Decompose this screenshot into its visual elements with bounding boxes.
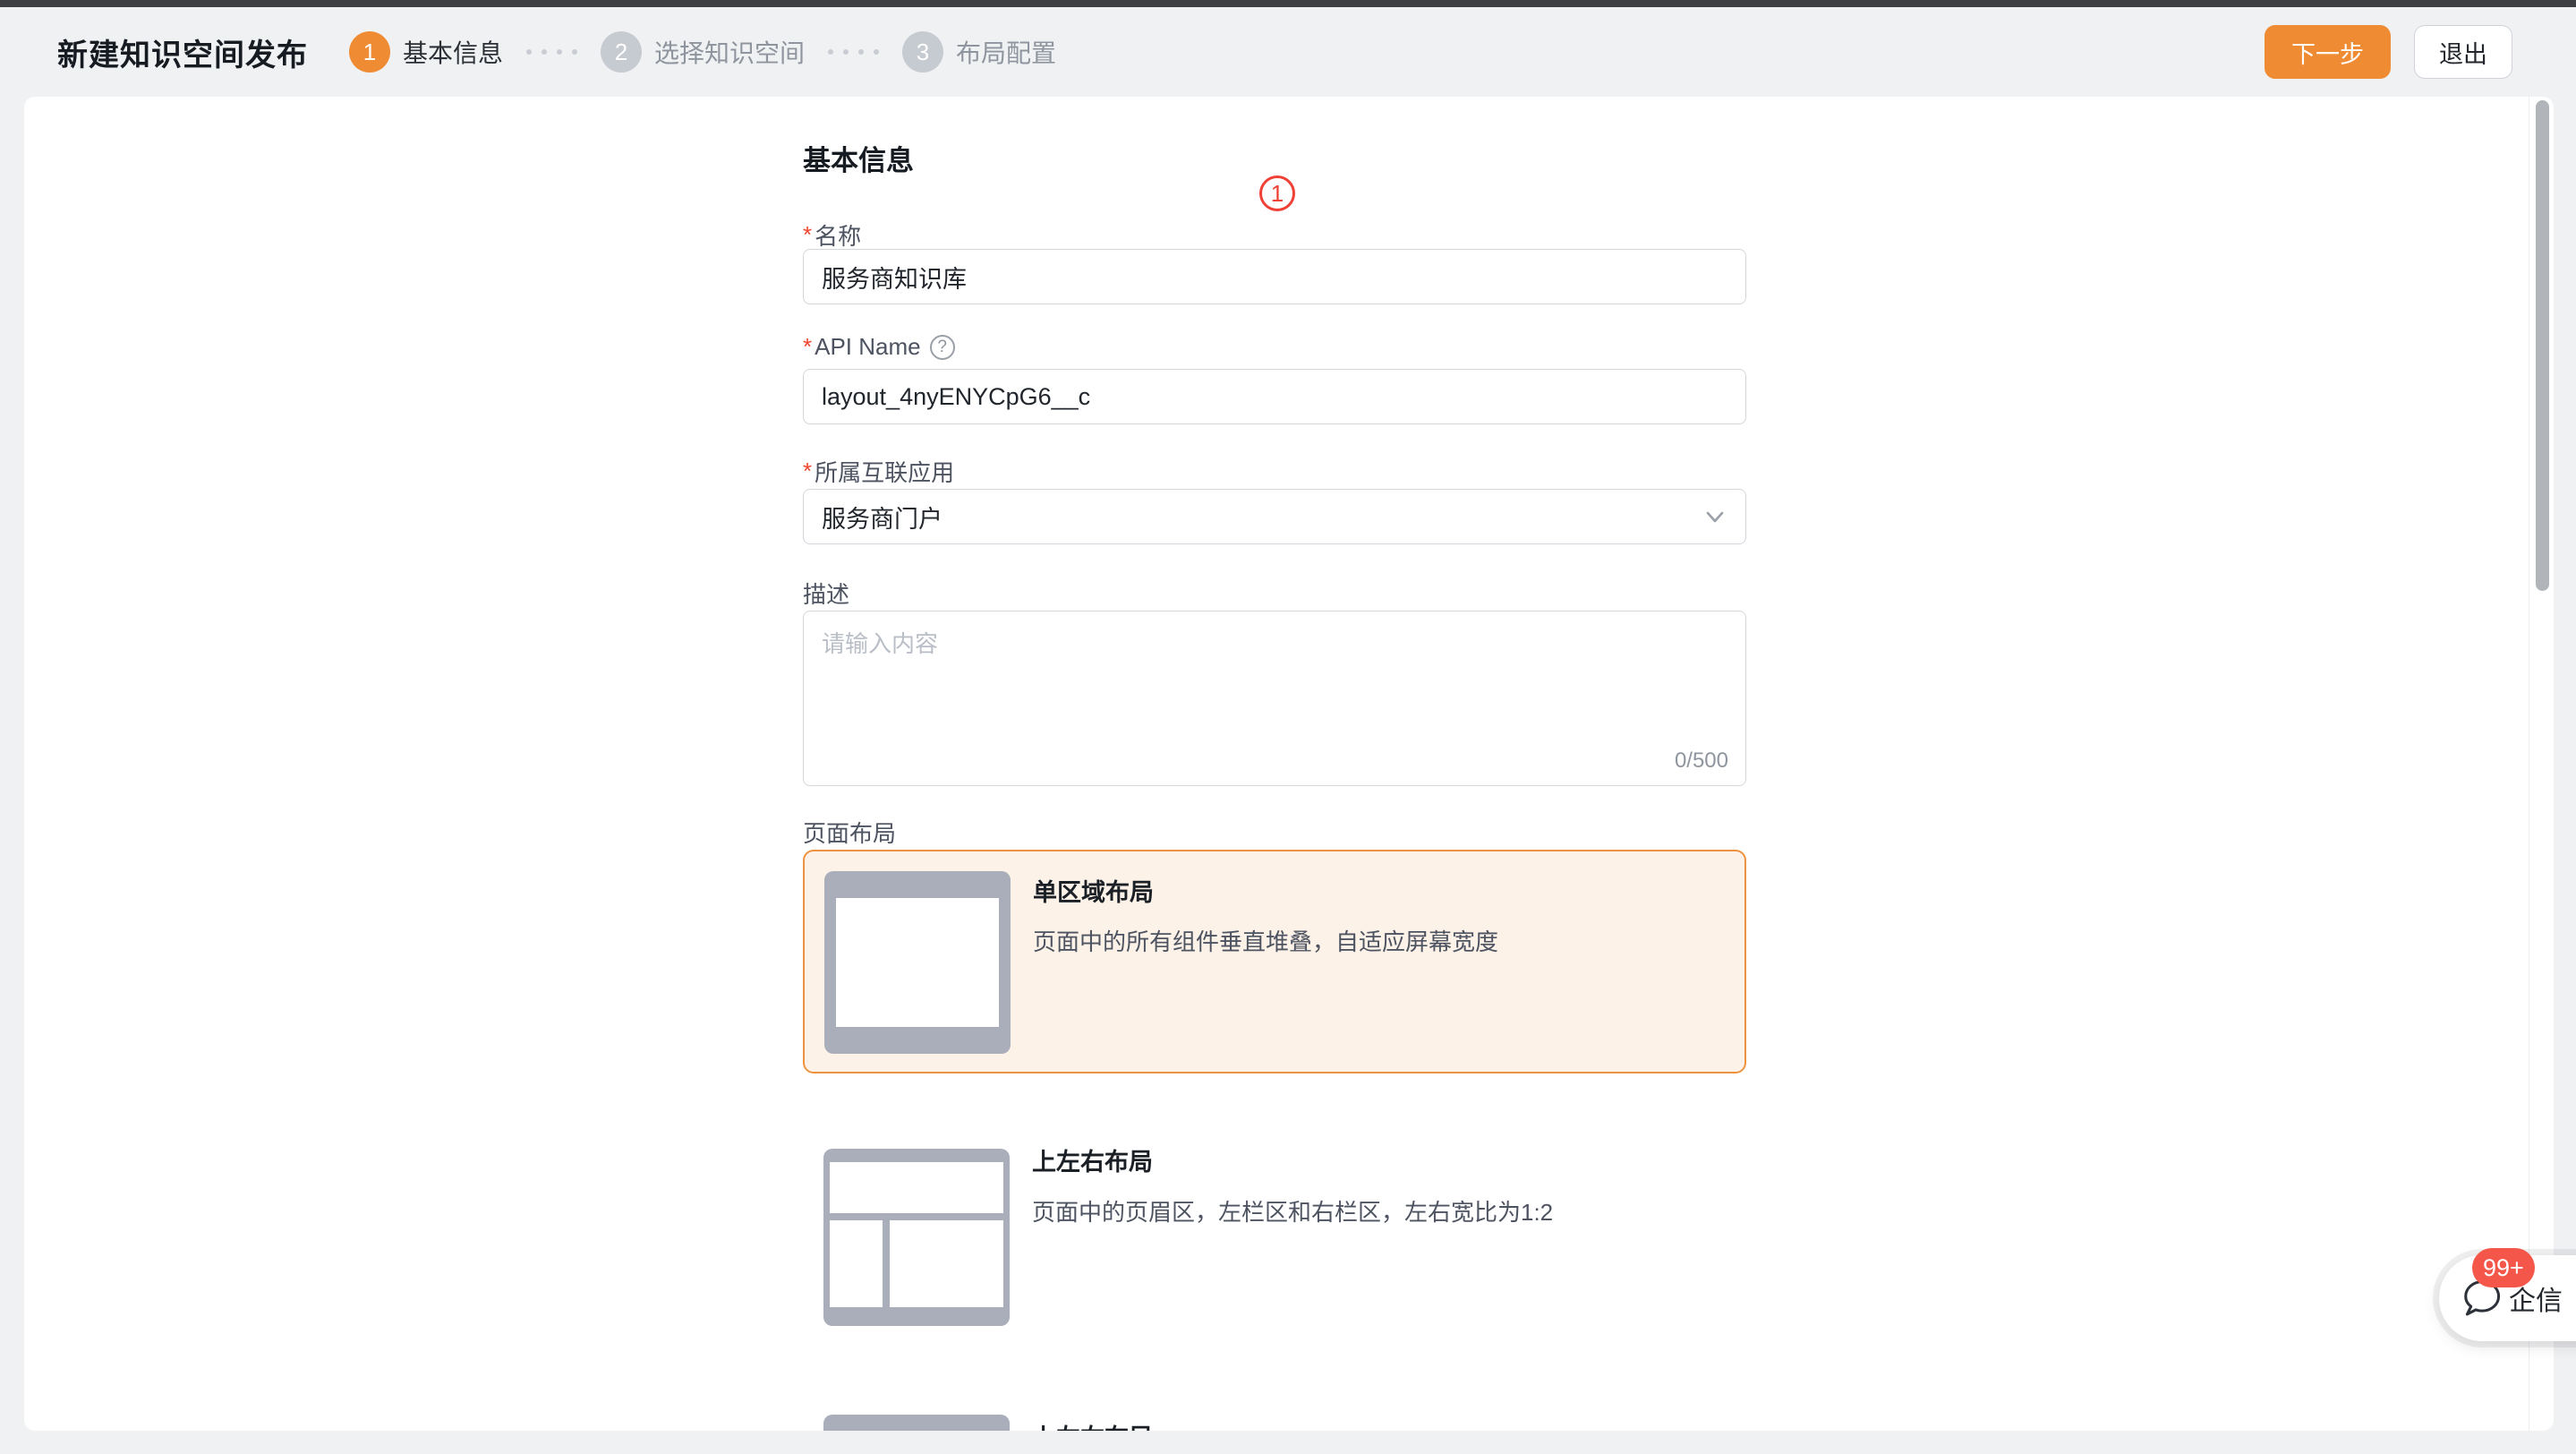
layout-option-title: 上左右布局 <box>1032 1142 1153 1177</box>
exit-button[interactable]: 退出 <box>2414 25 2512 79</box>
api-name-label-text: API Name <box>815 333 921 361</box>
app-select-value: 服务商门户 <box>822 500 943 535</box>
header-left-right-thumbnail-icon <box>823 1149 1010 1326</box>
app-label: * 所属互联应用 <box>803 455 954 488</box>
api-name-input[interactable] <box>803 369 1746 424</box>
layout-option-title: 上左右布局 <box>1032 1418 1153 1431</box>
page-layout-label-text: 页面布局 <box>803 816 896 849</box>
header-actions: 下一步 退出 <box>2265 25 2512 79</box>
annotation-circle-1: 1 <box>1259 175 1295 211</box>
name-label-text: 名称 <box>815 218 861 252</box>
step-indicator: 1 基本信息 2 选择知识空间 3 布局配置 <box>349 31 1056 73</box>
app-select[interactable]: 服务商门户 <box>803 489 1746 544</box>
help-icon[interactable]: ? <box>930 335 955 360</box>
single-layout-thumbnail-icon <box>824 871 1011 1054</box>
next-step-button[interactable]: 下一步 <box>2265 25 2391 79</box>
name-label: * 名称 <box>803 218 861 252</box>
step-separator-dots <box>526 49 577 55</box>
app-label-text: 所属互联应用 <box>815 455 954 488</box>
step-2-label: 选择知识空间 <box>654 34 805 70</box>
page-header: 新建知识空间发布 1 基本信息 2 选择知识空间 3 布局配置 下一步 退出 <box>0 7 2576 97</box>
step-2-circle: 2 <box>601 31 642 73</box>
content-card: 基本信息 1 * 名称 * API Name ? * 所属互联应用 服务商门户 <box>24 97 2554 1431</box>
unread-count-badge: 99+ <box>2472 1248 2535 1287</box>
step-3-layout-config[interactable]: 3 布局配置 <box>902 31 1056 73</box>
step-1-label: 基本信息 <box>403 34 503 70</box>
required-asterisk: * <box>803 458 812 485</box>
top-strip <box>0 0 2576 7</box>
scrollbar-thumb[interactable] <box>2536 100 2549 591</box>
required-asterisk: * <box>803 333 812 361</box>
description-textarea[interactable] <box>803 611 1746 786</box>
layout-option-single-selected[interactable]: 单区域布局 页面中的所有组件垂直堆叠，自适应屏幕宽度 <box>803 850 1746 1073</box>
description-label: 描述 <box>803 577 849 610</box>
chevron-down-icon <box>1702 504 1727 529</box>
api-name-label: * API Name ? <box>803 333 955 361</box>
page-layout-label: 页面布局 <box>803 816 896 849</box>
name-input[interactable] <box>803 249 1746 304</box>
step-separator-dots <box>828 49 879 55</box>
page-title: 新建知识空间发布 <box>57 30 308 74</box>
basic-info-form: 基本信息 1 * 名称 * API Name ? * 所属互联应用 服务商门户 <box>803 97 1746 1431</box>
description-label-text: 描述 <box>803 577 849 610</box>
step-1-circle: 1 <box>349 31 390 73</box>
section-title: 基本信息 <box>803 138 914 178</box>
step-3-circle: 3 <box>902 31 943 73</box>
step-2-select-space[interactable]: 2 选择知识空间 <box>601 31 805 73</box>
layout-option-desc: 页面中的页眉区，左栏区和右栏区，左右宽比为1:2 <box>1032 1194 1553 1227</box>
step-3-label: 布局配置 <box>956 34 1056 70</box>
partial-layout-thumbnail-icon <box>823 1415 1010 1431</box>
char-counter: 0/500 <box>1675 748 1728 774</box>
layout-option-desc: 页面中的所有组件垂直堆叠，自适应屏幕宽度 <box>1033 924 1498 957</box>
layout-option-title: 单区域布局 <box>1033 873 1154 908</box>
required-asterisk: * <box>803 221 812 249</box>
step-1-basic-info[interactable]: 1 基本信息 <box>349 31 503 73</box>
chat-widget-button[interactable]: 99+ 企信 <box>2439 1255 2576 1341</box>
